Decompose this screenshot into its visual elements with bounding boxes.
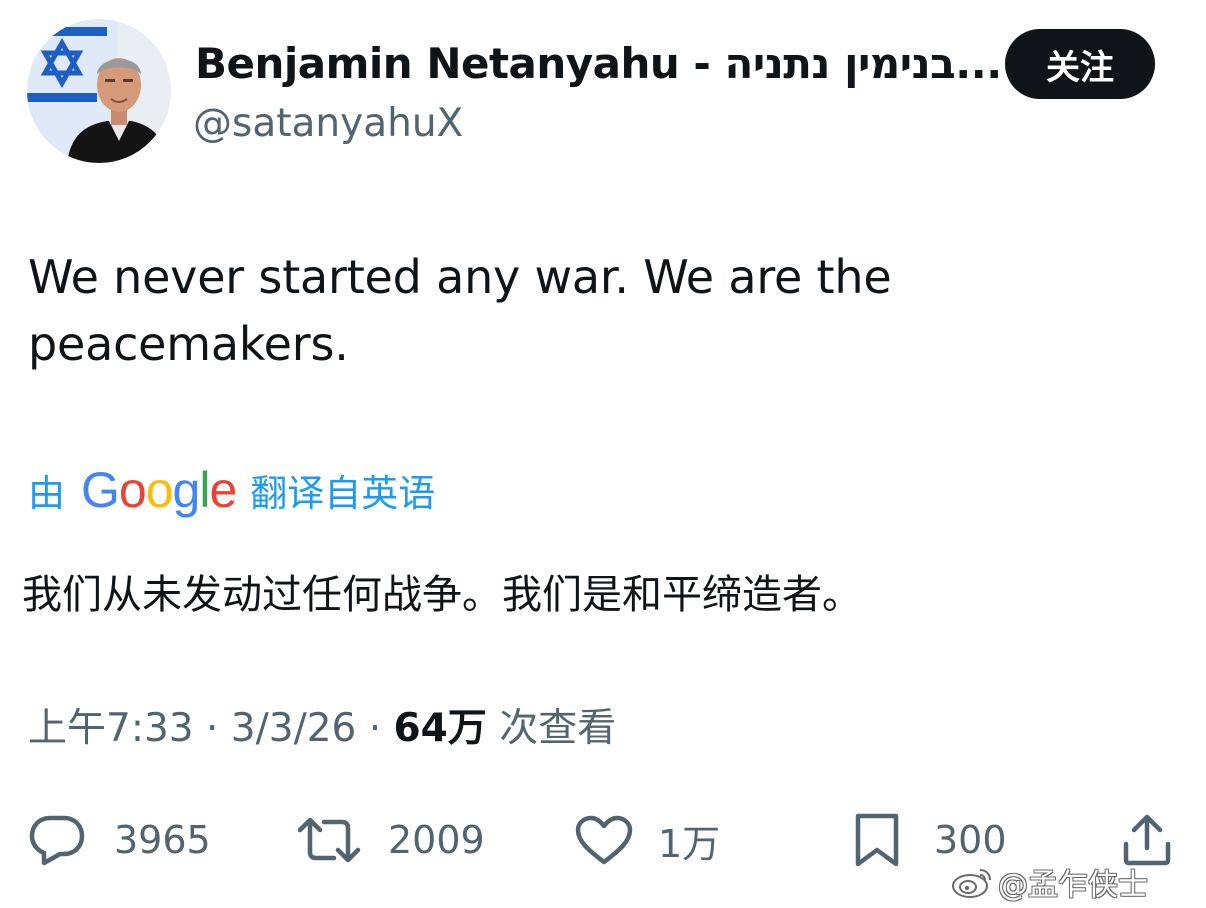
tweet-text: We never started any war. We are the pea… (28, 250, 892, 371)
meta-separator: · (193, 706, 231, 751)
weibo-logo-icon (952, 869, 991, 898)
repost-count: 2009 (388, 818, 485, 862)
google-logo-letter: o (145, 462, 174, 518)
repost-icon (297, 817, 361, 863)
google-logo-letter: l (199, 462, 210, 518)
tweet-time[interactable]: 上午7:33 (28, 706, 194, 751)
tweet-meta: 上午7:33 · 3/3/26 · 64万 次查看 (28, 701, 616, 757)
google-logo-letter: e (209, 462, 237, 518)
meta-separator: · (356, 706, 394, 751)
profile-photo-icon (27, 19, 171, 163)
translation-by-label: 由 (28, 472, 65, 515)
google-logo-letter: G (81, 462, 120, 518)
bookmark-count: 300 (934, 818, 1007, 862)
translation-attribution[interactable]: 由 Google 翻译自英语 (28, 460, 435, 520)
views-label: 次查看 (486, 706, 617, 751)
like-button[interactable]: 1万 (574, 800, 720, 880)
like-count: 1万 (658, 821, 721, 866)
translated-text: 我们从未发动过任何战争。我们是和平缔造者。 (22, 572, 862, 618)
google-logo-letter: o (118, 462, 147, 518)
heart-icon (575, 815, 633, 865)
reply-count: 3965 (114, 818, 211, 862)
author-avatar[interactable] (27, 19, 171, 163)
follow-button[interactable]: 关注 (1005, 29, 1155, 99)
author-handle[interactable]: @satanyahuX (193, 100, 463, 148)
reply-button[interactable]: 3965 (28, 800, 211, 880)
translation-source-label: 翻译自英语 (250, 472, 436, 515)
watermark-text: @孟乍侠士 (998, 868, 1148, 903)
bookmark-icon (855, 813, 899, 867)
views-count: 64万 (393, 706, 487, 751)
tweet-date[interactable]: 3/3/26 (231, 706, 357, 751)
weibo-watermark: @孟乍侠士 (950, 860, 1148, 904)
google-logo-letter: g (172, 462, 201, 518)
repost-button[interactable]: 2009 (296, 800, 485, 880)
author-display-name[interactable]: Benjamin Netanyahu - בנימין נתניה... (195, 38, 1002, 90)
reply-icon (29, 815, 85, 866)
google-logo: Google (81, 460, 237, 520)
